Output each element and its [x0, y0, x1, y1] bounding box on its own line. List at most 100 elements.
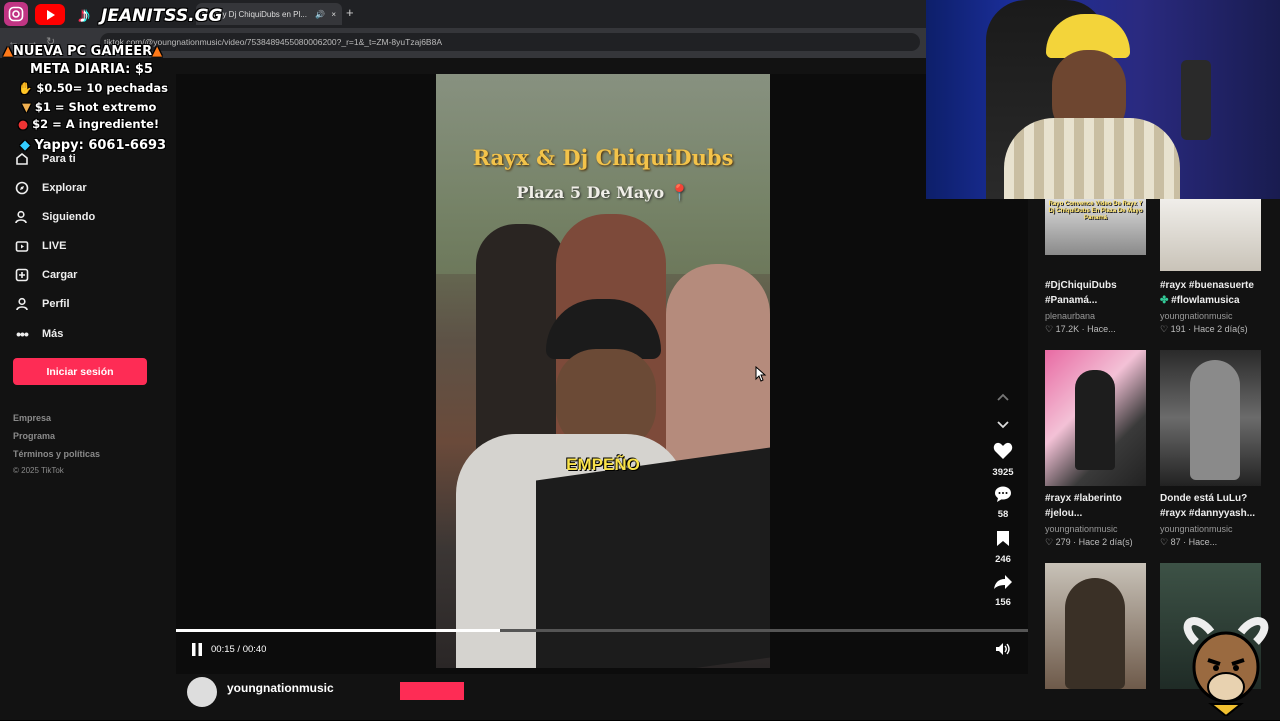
- thumbnail-person: [1190, 360, 1240, 480]
- volume-icon[interactable]: [995, 642, 1011, 661]
- footer-link-terminos[interactable]: Términos y políticas: [13, 449, 100, 459]
- recommended-caption-2[interactable]: #rayx #buenasuerte ✤ #flowlamusica: [1160, 278, 1270, 308]
- heart-outline-icon: ♡: [1045, 537, 1054, 547]
- login-button[interactable]: Iniciar sesión: [13, 358, 147, 385]
- home-icon: [14, 151, 30, 167]
- save-count: 246: [995, 554, 1011, 565]
- clover-icon: ✤: [1160, 295, 1169, 306]
- hand-icon: ✋: [18, 81, 33, 95]
- overlay-donation-2: ▼ $1 = Shot extremo: [22, 100, 157, 114]
- chevron-down-icon: [997, 416, 1009, 433]
- author-avatar[interactable]: [187, 677, 217, 707]
- comment-button[interactable]: 58: [988, 486, 1018, 520]
- sidebar-item-label: Para ti: [42, 153, 76, 165]
- shot-glass-icon: ▼: [22, 100, 31, 114]
- like-button[interactable]: 3925: [988, 442, 1018, 478]
- sidebar-item-label: Siguiendo: [42, 211, 96, 223]
- heart-outline-icon: ♡: [1160, 537, 1169, 547]
- recommended-author-1[interactable]: plenaurbana: [1045, 311, 1095, 321]
- tab-speaker-icon[interactable]: 🔊: [315, 10, 325, 19]
- recommended-stats-1: ♡ 17.2K · Hace...: [1045, 324, 1116, 334]
- sidebar-item-perfil[interactable]: Perfil: [14, 296, 70, 312]
- streamer-handle: JEANITSS.GG: [101, 6, 223, 26]
- comment-icon: [994, 486, 1012, 506]
- video-time: 00:15 / 00:40: [211, 644, 267, 655]
- comment-count: 58: [997, 509, 1009, 520]
- chili-icon: ●: [18, 117, 29, 131]
- sidebar-item-siguiendo[interactable]: Siguiendo: [14, 209, 95, 225]
- previous-video-button[interactable]: [988, 388, 1018, 406]
- recommended-author-2[interactable]: youngnationmusic: [1160, 311, 1233, 321]
- thumbnail-person: [1065, 578, 1125, 689]
- copyright: © 2025 TikTok: [13, 466, 64, 475]
- share-icon: [993, 575, 1013, 594]
- recommended-thumbnail-3[interactable]: [1045, 350, 1146, 486]
- instagram-icon: [4, 2, 28, 26]
- recommended-caption-1[interactable]: #DjChiquiDubs #Panamá...: [1045, 278, 1155, 308]
- webcam-microphone: [1181, 60, 1211, 140]
- sidebar-item-label: Perfil: [42, 298, 70, 310]
- youtube-icon: [35, 4, 65, 25]
- sidebar-item-explorar[interactable]: Explorar: [14, 180, 87, 196]
- pause-icon[interactable]: [191, 643, 203, 661]
- recommended-stats-4: ♡ 87 · Hace...: [1160, 537, 1218, 547]
- overlay-goal-title: ▲NUEVA PC GAMEER▲: [3, 44, 163, 59]
- share-button[interactable]: 156: [988, 574, 1018, 608]
- recommended-caption-4[interactable]: Donde está LuLu? #rayx #dannyyash...: [1160, 491, 1270, 521]
- yappy-icon: ◆: [20, 138, 30, 153]
- footer-link-empresa[interactable]: Empresa: [13, 413, 51, 423]
- video-caption: EMPEÑO: [566, 455, 640, 474]
- author-name[interactable]: youngnationmusic: [227, 681, 334, 695]
- goat-mascot-icon: [1176, 612, 1276, 718]
- sidebar-item-para-ti[interactable]: Para ti: [14, 151, 76, 167]
- footer-link-programa[interactable]: Programa: [13, 431, 55, 441]
- heart-icon: [993, 442, 1013, 464]
- heart-outline-icon: ♡: [1160, 324, 1169, 334]
- fire-icon: ▲: [3, 44, 13, 59]
- sidebar-item-mas[interactable]: ••• Más: [14, 326, 63, 342]
- overlay-daily-goal: META DIARIA: $5: [30, 62, 153, 77]
- sidebar-item-label: Más: [42, 328, 64, 340]
- user-follow-icon: [14, 209, 30, 225]
- tab-close-icon[interactable]: ×: [331, 10, 336, 19]
- recommended-thumbnail-1[interactable]: Rayo Convence Video De Rayx Y Dj ChiquiD…: [1045, 199, 1146, 255]
- bookmark-icon: [996, 531, 1010, 551]
- sidebar: Para ti Explorar Siguiendo LIVE Cargar P…: [0, 58, 176, 720]
- recommended-stats-3: ♡ 279 · Hace 2 día(s): [1045, 537, 1133, 547]
- tiktok-logo-icon: ♪: [78, 2, 90, 27]
- recommended-thumbnail-4[interactable]: [1160, 350, 1261, 486]
- new-tab-button[interactable]: +: [346, 5, 354, 20]
- sidebar-item-live[interactable]: LIVE: [14, 238, 66, 254]
- profile-icon: [14, 296, 30, 312]
- live-icon: [14, 238, 30, 254]
- upload-icon: [14, 267, 30, 283]
- mouse-cursor-icon: [755, 365, 767, 387]
- chevron-up-icon: [997, 388, 1009, 405]
- video-subtitle-overlay: Plaza 5 De Mayo 📍: [516, 183, 690, 202]
- overlay-donation-3: ● $2 = A ingrediente!: [18, 117, 160, 131]
- next-video-button[interactable]: [988, 416, 1018, 434]
- overlay-yappy: ◆ Yappy: 6061-6693: [20, 138, 167, 153]
- more-icon: •••: [16, 326, 29, 342]
- compass-icon: [14, 180, 30, 196]
- like-count: 3925: [992, 467, 1014, 478]
- video-title-overlay: Rayx & Dj ChiquiDubs: [472, 145, 734, 170]
- webcam-shirt: [1004, 118, 1180, 199]
- recommended-caption-3[interactable]: #rayx #laberinto #jelou...: [1045, 491, 1155, 521]
- follow-button[interactable]: [400, 682, 464, 700]
- save-button[interactable]: 246: [988, 530, 1018, 565]
- sidebar-item-label: LIVE: [42, 240, 67, 252]
- thumbnail-person: [1075, 370, 1115, 470]
- thumbnail-text: Rayo Convence Video De Rayx Y Dj ChiquiD…: [1048, 201, 1143, 221]
- recommended-author-3[interactable]: youngnationmusic: [1045, 524, 1118, 534]
- recommended-thumbnail-5[interactable]: [1045, 563, 1146, 689]
- sidebar-item-label: Explorar: [42, 182, 87, 194]
- share-count: 156: [995, 597, 1011, 608]
- video-equipment: [536, 447, 770, 668]
- sidebar-item-cargar[interactable]: Cargar: [14, 267, 77, 283]
- recommended-author-4[interactable]: youngnationmusic: [1160, 524, 1233, 534]
- recommended-thumbnail-2[interactable]: [1160, 199, 1261, 271]
- progress-fill: [176, 629, 500, 632]
- url-field[interactable]: tiktok.com/@youngnationmusic/video/75384…: [100, 33, 920, 51]
- heart-outline-icon: ♡: [1045, 324, 1054, 334]
